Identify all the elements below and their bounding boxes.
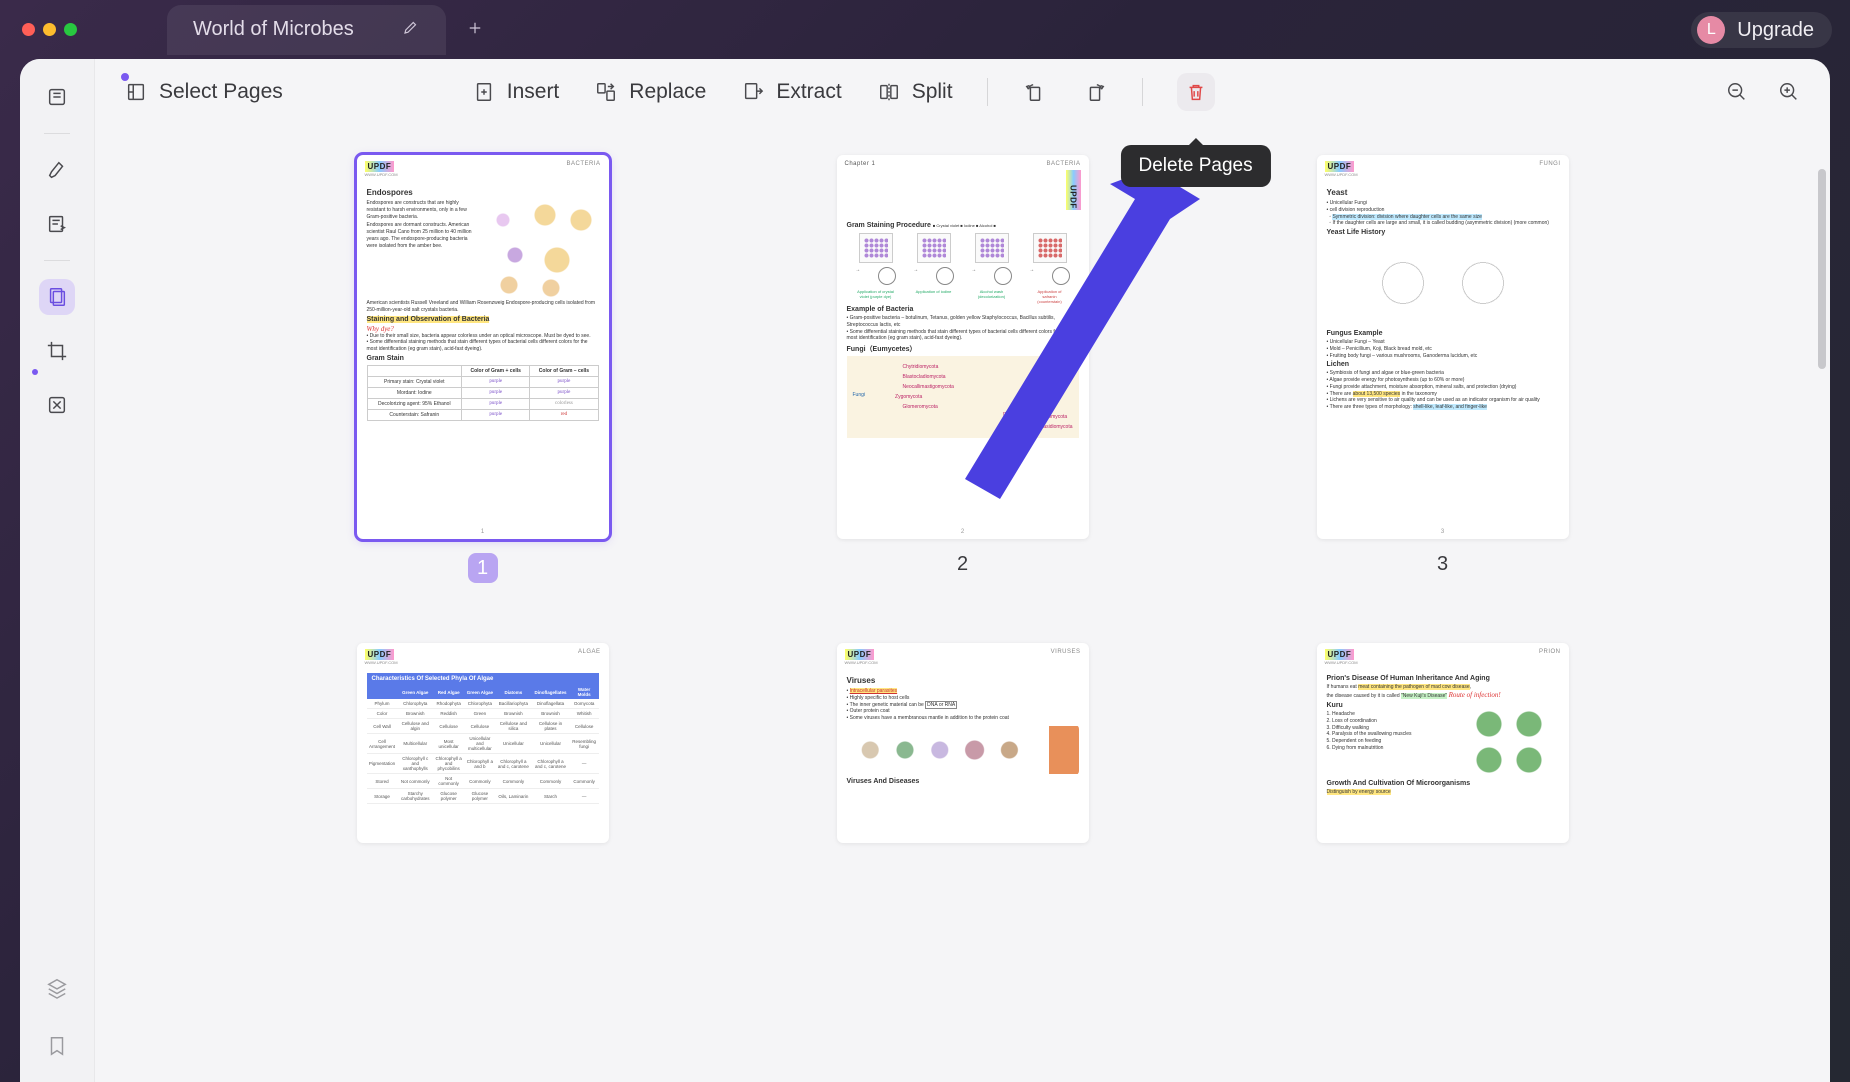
document-tab[interactable]: World of Microbes <box>167 5 446 55</box>
page-toolbar: Select Pages Insert Replace Extract <box>95 59 1830 125</box>
select-pages-icon <box>123 79 149 105</box>
split-button[interactable]: Split <box>876 79 953 105</box>
select-pages-button[interactable]: Select Pages <box>123 79 283 105</box>
toolbar-separator <box>987 78 988 106</box>
page-preview-3: UPDFWWW.UPDF.COM FUNGI Yeast • Unicellul… <box>1317 155 1569 539</box>
account-area[interactable]: L Upgrade <box>1691 12 1832 48</box>
delete-tooltip: Delete Pages <box>1121 145 1271 187</box>
watermark-tool-button[interactable] <box>39 387 75 423</box>
page-number: 2 <box>957 553 968 576</box>
layers-button[interactable] <box>39 970 75 1006</box>
highlighter-tool-button[interactable] <box>39 152 75 188</box>
replace-label: Replace <box>629 80 706 104</box>
bookmark-button[interactable] <box>39 1028 75 1064</box>
avatar: L <box>1697 16 1725 44</box>
insert-label: Insert <box>507 80 560 104</box>
zoom-out-button[interactable] <box>1724 79 1750 105</box>
tab-title: World of Microbes <box>193 18 354 41</box>
rail-separator <box>44 133 70 134</box>
close-window-button[interactable] <box>22 23 35 36</box>
extract-icon <box>740 79 766 105</box>
page-preview-6: UPDFWWW.UPDF.COM PRION Prion's Disease O… <box>1317 643 1569 843</box>
window-titlebar: World of Microbes L Upgrade <box>0 0 1850 59</box>
minimize-window-button[interactable] <box>43 23 56 36</box>
rotate-right-button[interactable] <box>1082 79 1108 105</box>
app-surface: Select Pages Insert Replace Extract <box>20 59 1830 1082</box>
edit-tool-button[interactable] <box>39 206 75 242</box>
upgrade-button-label: Upgrade <box>1737 19 1814 42</box>
delete-pages-button[interactable] <box>1177 73 1215 111</box>
page-number: 3 <box>1437 553 1448 576</box>
toolbar-separator <box>1142 78 1143 106</box>
page-preview-1: UPDFWWW.UPDF.COM BACTERIA Endospores End… <box>357 155 609 539</box>
page-thumbnail[interactable]: UPDFWWW.UPDF.COM PRION Prion's Disease O… <box>1317 643 1569 843</box>
rotate-left-button[interactable] <box>1022 79 1048 105</box>
crop-tool-button[interactable] <box>39 333 75 369</box>
replace-button[interactable]: Replace <box>593 79 706 105</box>
insert-icon <box>471 79 497 105</box>
page-number: 1 <box>468 553 498 583</box>
edit-tab-icon[interactable] <box>402 18 420 41</box>
split-icon <box>876 79 902 105</box>
page-thumbnail[interactable]: Chapter 1 BACTERIA UPDF Gram Staining Pr… <box>837 155 1089 583</box>
replace-icon <box>593 79 619 105</box>
extract-button[interactable]: Extract <box>740 79 841 105</box>
page-thumbnail[interactable]: UPDFWWW.UPDF.COM VIRUSES Viruses • Intra… <box>837 643 1089 843</box>
main-area: Select Pages Insert Replace Extract <box>95 59 1830 1082</box>
split-label: Split <box>912 80 953 104</box>
scrollbar-thumb[interactable] <box>1818 169 1826 369</box>
left-sidebar <box>20 59 95 1082</box>
page-preview-4: UPDFWWW.UPDF.COM ALGAE Characteristics O… <box>357 643 609 843</box>
organize-pages-button[interactable] <box>39 279 75 315</box>
page-preview-2: Chapter 1 BACTERIA UPDF Gram Staining Pr… <box>837 155 1089 539</box>
delete-button-wrap: Delete Pages <box>1177 73 1215 111</box>
page-preview-5: UPDFWWW.UPDF.COM VIRUSES Viruses • Intra… <box>837 643 1089 843</box>
page-thumbnails-area[interactable]: UPDFWWW.UPDF.COM BACTERIA Endospores End… <box>95 125 1830 1082</box>
insert-button[interactable]: Insert <box>471 79 560 105</box>
traffic-lights <box>22 23 77 36</box>
zoom-in-button[interactable] <box>1776 79 1802 105</box>
page-thumbnail[interactable]: UPDFWWW.UPDF.COM FUNGI Yeast • Unicellul… <box>1317 155 1569 583</box>
page-thumbnail[interactable]: UPDFWWW.UPDF.COM BACTERIA Endospores End… <box>357 155 609 583</box>
fullscreen-window-button[interactable] <box>64 23 77 36</box>
reader-mode-button[interactable] <box>39 79 75 115</box>
extract-label: Extract <box>776 80 841 104</box>
rail-separator <box>44 260 70 261</box>
page-thumbnail[interactable]: UPDFWWW.UPDF.COM ALGAE Characteristics O… <box>357 643 609 843</box>
add-tab-button[interactable] <box>466 17 484 43</box>
notification-dot <box>121 73 129 81</box>
active-indicator-dot <box>32 369 38 375</box>
select-pages-label: Select Pages <box>159 80 283 104</box>
